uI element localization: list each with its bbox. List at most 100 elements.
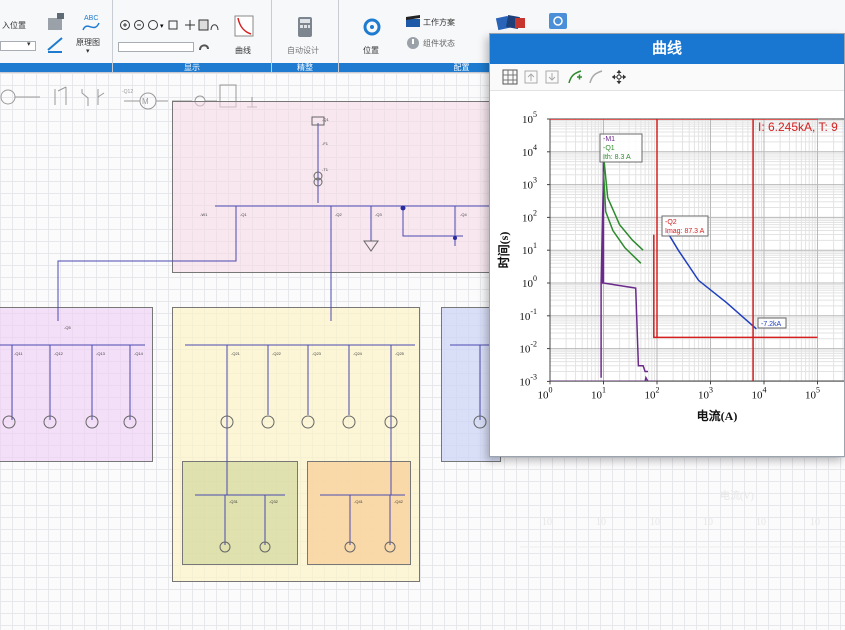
svg-text:-Q31: -Q31 bbox=[229, 499, 239, 504]
chart-ghost-reflection: 电流(V) 10 10 10 10 10 10 bbox=[520, 489, 845, 548]
component-status-icon[interactable] bbox=[405, 35, 421, 51]
ribbon-group-display: ▾ 曲线 显示 bbox=[113, 0, 272, 72]
y-tick-label: 105 bbox=[522, 110, 537, 126]
curve-toolbar bbox=[490, 64, 844, 91]
x-tick-label: 100 bbox=[538, 385, 553, 401]
y-tick-label: 10-3 bbox=[519, 372, 537, 388]
svg-text:10: 10 bbox=[703, 517, 713, 528]
tag-7kA[interactable]: -7.2kA bbox=[757, 317, 787, 329]
y-axis-ticks: 10-3 10-2 10-1 100 101 102 103 104 105 bbox=[519, 110, 550, 388]
svg-text:10: 10 bbox=[596, 517, 606, 528]
tag-q2[interactable]: -Q2 Imag: 87.3 A bbox=[661, 215, 709, 237]
tag2-line1: -Q2 bbox=[665, 219, 677, 226]
auto-design-label[interactable]: 自动设计 bbox=[287, 45, 319, 56]
x-tick-label: 102 bbox=[645, 385, 660, 401]
cursor-readout: I: 6.245kA, T: 9 bbox=[758, 120, 838, 134]
svg-text:-Q4: -Q4 bbox=[460, 212, 467, 217]
scenario-film-icon[interactable] bbox=[495, 12, 527, 32]
y-tick-label: 10-1 bbox=[519, 307, 537, 323]
svg-text:10: 10 bbox=[542, 517, 552, 528]
svg-text:-Q3: -Q3 bbox=[375, 212, 382, 217]
y-axis-title: 时间(s) bbox=[496, 232, 511, 269]
pan-move-icon[interactable] bbox=[611, 69, 627, 85]
insert-object-icon[interactable] bbox=[46, 12, 66, 32]
add-curve-icon[interactable] bbox=[567, 69, 583, 85]
import-icon[interactable] bbox=[544, 69, 560, 85]
work-plan-label[interactable]: 工作方案 bbox=[423, 17, 455, 28]
fit-pan-icons[interactable] bbox=[183, 18, 221, 32]
x-axis-title: 电流(A) bbox=[697, 408, 738, 423]
y-tick-label: 103 bbox=[522, 176, 537, 192]
svg-text:10: 10 bbox=[756, 517, 766, 528]
svg-text:-Q41: -Q41 bbox=[354, 499, 364, 504]
ribbon-group-label: 显示 bbox=[113, 63, 271, 72]
edit-curve-icon[interactable] bbox=[588, 69, 604, 85]
ribbon-group-insert: 入位置 ▾ ABC 原理图 ▾ bbox=[0, 0, 113, 72]
principle-edit-icon[interactable] bbox=[46, 36, 66, 54]
ribbon-group-refine: 自动设计 精整 bbox=[272, 0, 339, 72]
svg-text:-Q25: -Q25 bbox=[395, 351, 405, 356]
svg-text:-Q1: -Q1 bbox=[322, 117, 329, 122]
svg-text:-Q24: -Q24 bbox=[353, 351, 363, 356]
ribbon-group-label bbox=[0, 63, 112, 72]
svg-text:-Q23: -Q23 bbox=[312, 351, 322, 356]
y-tick-label: 102 bbox=[522, 208, 537, 224]
principle-diagram-icon[interactable]: ABC bbox=[80, 12, 102, 34]
curve-window-title[interactable]: 曲线 bbox=[490, 34, 844, 64]
svg-text:-Q5: -Q5 bbox=[64, 325, 71, 330]
svg-text:-Q2: -Q2 bbox=[335, 212, 342, 217]
chevron-down-icon[interactable]: ▾ bbox=[27, 40, 31, 48]
tag1-line1: -M1 bbox=[603, 136, 615, 143]
svg-text:-Q42: -Q42 bbox=[394, 499, 404, 504]
x-tick-label: 101 bbox=[591, 385, 606, 401]
svg-text:-T1: -T1 bbox=[322, 167, 329, 172]
svg-text:10: 10 bbox=[810, 517, 820, 528]
position-gear-icon[interactable] bbox=[361, 16, 383, 38]
curve-button-label[interactable]: 曲线 bbox=[235, 45, 251, 56]
svg-text:-Q14: -Q14 bbox=[134, 351, 144, 356]
svg-text:-W1: -W1 bbox=[200, 212, 208, 217]
undo-arrow-icon[interactable] bbox=[197, 40, 211, 54]
chevron-down-icon[interactable]: ▾ bbox=[86, 47, 90, 55]
grid-toggle-icon[interactable] bbox=[502, 69, 518, 85]
curve-window[interactable]: 曲线 10-3 10-2 10-1 100 101 102 103 104 105 100 101… bbox=[489, 33, 845, 457]
tag3-label: -7.2kA bbox=[761, 321, 782, 328]
clapper-icon[interactable] bbox=[405, 14, 421, 28]
zoom-field[interactable] bbox=[118, 42, 194, 52]
svg-text:-Q12: -Q12 bbox=[54, 351, 64, 356]
svg-text:10: 10 bbox=[650, 517, 660, 528]
time-current-chart[interactable]: 10-3 10-2 10-1 100 101 102 103 104 105 100 101 102… bbox=[490, 90, 844, 456]
curve-chart-icon[interactable] bbox=[233, 14, 255, 38]
y-tick-label: 100 bbox=[522, 274, 537, 290]
x-tick-label: 103 bbox=[698, 385, 713, 401]
y-tick-label: 101 bbox=[522, 241, 537, 257]
svg-text:▾: ▾ bbox=[160, 23, 164, 30]
svg-text:ABC: ABC bbox=[84, 15, 98, 22]
y-tick-label: 104 bbox=[522, 143, 537, 159]
x-tick-label: 104 bbox=[752, 385, 767, 401]
svg-text:-Q32: -Q32 bbox=[269, 499, 279, 504]
chart-major-grid bbox=[549, 119, 844, 382]
svg-text:-F1: -F1 bbox=[322, 141, 329, 146]
y-tick-label: 10-2 bbox=[519, 340, 537, 356]
svg-text:-Q21: -Q21 bbox=[231, 351, 241, 356]
tag1-line2: -Q1 bbox=[603, 145, 615, 152]
svg-text:电流(V): 电流(V) bbox=[720, 489, 754, 502]
settings-panel-icon[interactable] bbox=[548, 12, 568, 30]
tag-m1[interactable]: -M1 -Q1 Ith: 8.3 A bbox=[599, 133, 643, 163]
export-icon[interactable] bbox=[523, 69, 539, 85]
tag2-line2: Imag: 87.3 A bbox=[665, 228, 705, 235]
component-status-label[interactable]: 组件状态 bbox=[423, 38, 455, 49]
svg-text:-Q11: -Q11 bbox=[14, 351, 23, 356]
calculator-icon[interactable] bbox=[295, 16, 315, 38]
x-tick-label: 105 bbox=[805, 385, 820, 401]
svg-text:-Q22: -Q22 bbox=[272, 351, 282, 356]
zoom-icons[interactable]: ▾ bbox=[119, 18, 181, 32]
insert-position-label[interactable]: 入位置 bbox=[2, 20, 26, 31]
position-label[interactable]: 位置 bbox=[363, 45, 379, 56]
ribbon-group-label: 精整 bbox=[272, 63, 338, 72]
x-axis-ticks: 100 101 102 103 104 105 bbox=[538, 381, 820, 401]
svg-text:-Q13: -Q13 bbox=[96, 351, 106, 356]
svg-text:-Q1: -Q1 bbox=[240, 212, 247, 217]
tag1-line3: Ith: 8.3 A bbox=[603, 154, 631, 161]
